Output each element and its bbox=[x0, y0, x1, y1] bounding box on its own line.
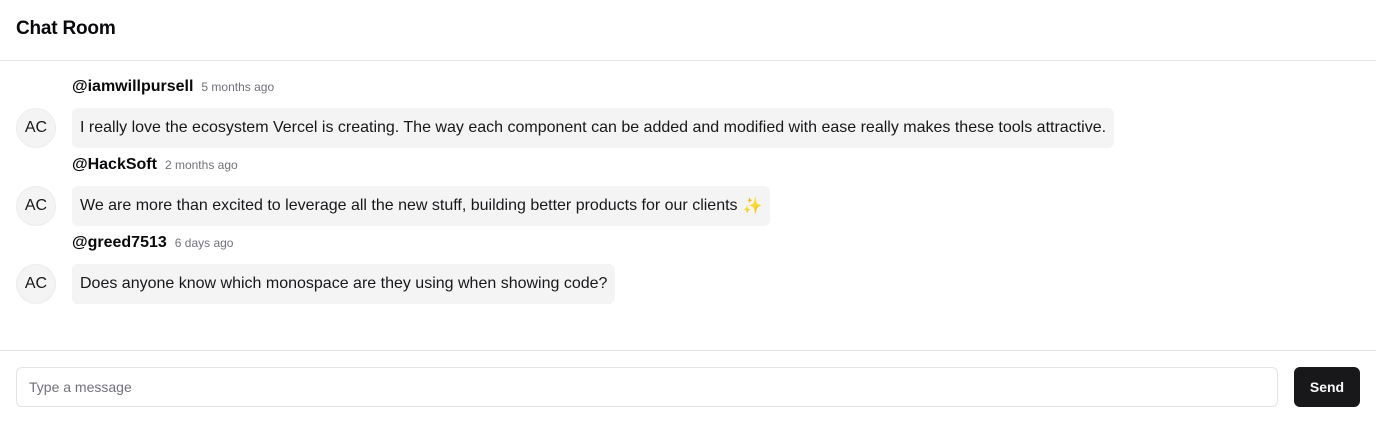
chat-header: Chat Room bbox=[0, 0, 1376, 61]
sparkles-icon: ✨ bbox=[742, 198, 763, 215]
message-bubble: I really love the ecosystem Vercel is cr… bbox=[72, 108, 1115, 148]
avatar: AC bbox=[16, 264, 56, 304]
avatar: AC bbox=[16, 186, 56, 226]
message-timestamp: 5 months ago bbox=[201, 80, 275, 94]
message-timestamp: 6 days ago bbox=[174, 236, 234, 250]
page-title: Chat Room bbox=[16, 18, 116, 39]
message-meta: @greed7513 6 days ago bbox=[72, 234, 615, 256]
message-body: @HackSoft 2 months ago We are more than … bbox=[72, 156, 771, 226]
message-author: @greed7513 bbox=[72, 234, 167, 251]
message-timestamp: 2 months ago bbox=[164, 158, 238, 172]
message-text: We are more than excited to leverage all… bbox=[80, 197, 738, 214]
message-item: AC @greed7513 6 days ago Does anyone kno… bbox=[16, 234, 1376, 304]
message-text: I really love the ecosystem Vercel is cr… bbox=[80, 119, 1107, 136]
message-body: @greed7513 6 days ago Does anyone know w… bbox=[72, 234, 616, 304]
message-input[interactable] bbox=[16, 367, 1278, 407]
message-meta: @HackSoft 2 months ago bbox=[72, 156, 770, 178]
message-body: @iamwillpursell 5 months ago I really lo… bbox=[72, 78, 1115, 148]
chat-app: Chat Room AC @iamwillpursell 5 months ag… bbox=[0, 0, 1376, 424]
send-button[interactable]: Send bbox=[1294, 367, 1360, 407]
message-author: @iamwillpursell bbox=[72, 78, 194, 95]
message-text: Does anyone know which monospace are the… bbox=[80, 275, 608, 292]
message-composer: Send bbox=[0, 351, 1376, 424]
message-author: @HackSoft bbox=[72, 156, 157, 173]
message-bubble: We are more than excited to leverage all… bbox=[72, 186, 771, 226]
message-item: AC @HackSoft 2 months ago We are more th… bbox=[16, 156, 1376, 226]
message-list[interactable]: AC @iamwillpursell 5 months ago I really… bbox=[0, 61, 1376, 351]
message-item: AC @iamwillpursell 5 months ago I really… bbox=[16, 78, 1376, 148]
message-bubble: Does anyone know which monospace are the… bbox=[72, 264, 616, 304]
avatar: AC bbox=[16, 108, 56, 148]
message-meta: @iamwillpursell 5 months ago bbox=[72, 78, 1114, 100]
